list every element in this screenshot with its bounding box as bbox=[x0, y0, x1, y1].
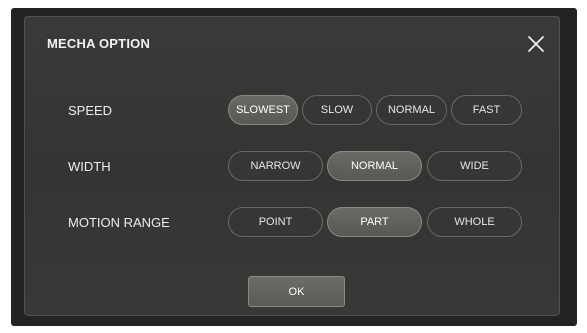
ok-button[interactable]: OK bbox=[248, 276, 345, 307]
motion-range-option-point[interactable]: POINT bbox=[228, 207, 323, 237]
speed-option-fast[interactable]: FAST bbox=[451, 95, 522, 125]
motion-range-option-whole[interactable]: WHOLE bbox=[427, 207, 522, 237]
dialog-title: MECHA OPTION bbox=[47, 36, 151, 51]
width-label: WIDTH bbox=[68, 159, 111, 174]
motion-range-label: MOTION RANGE bbox=[68, 215, 170, 230]
speed-option-normal[interactable]: NORMAL bbox=[376, 95, 447, 125]
width-option-wide[interactable]: WIDE bbox=[427, 151, 522, 181]
width-option-narrow[interactable]: NARROW bbox=[228, 151, 323, 181]
motion-range-option-part[interactable]: PART bbox=[327, 207, 422, 237]
speed-label: SPEED bbox=[68, 103, 113, 118]
width-option-normal[interactable]: NORMAL bbox=[327, 151, 422, 181]
speed-option-slowest[interactable]: SLOWEST bbox=[228, 95, 298, 125]
close-icon[interactable] bbox=[525, 33, 547, 55]
speed-option-slow[interactable]: SLOW bbox=[302, 95, 372, 125]
